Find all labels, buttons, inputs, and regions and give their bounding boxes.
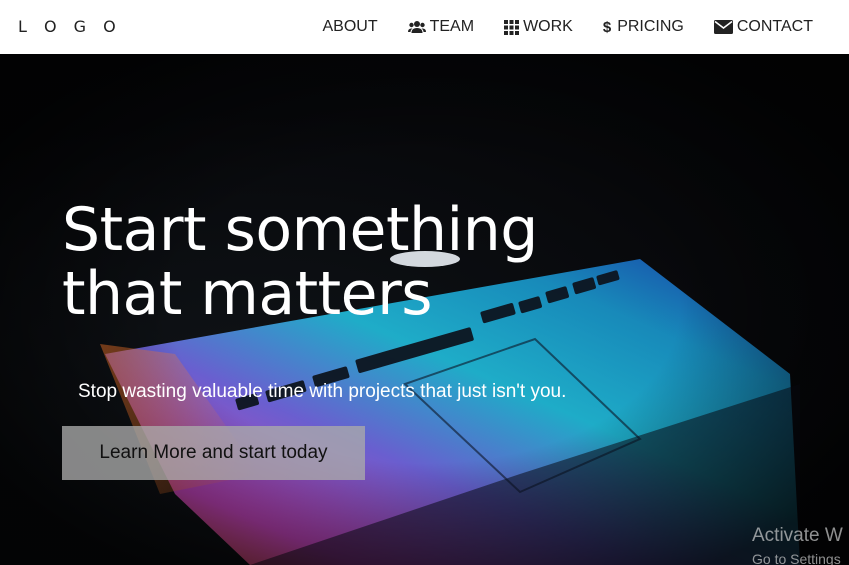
nav-item-label: ABOUT [322,18,378,35]
nav-item-label: WORK [523,18,573,35]
nav-item-label: PRICING [617,18,684,35]
nav-item-label: TEAM [429,18,475,35]
users-icon [407,21,426,33]
grid-icon [504,19,520,35]
nav-menu: ABOUT TEAM WORK $ PRICING CONTACT [292,0,813,54]
activation-watermark-subtitle: Go to Settings [752,551,841,565]
learn-more-button[interactable]: Learn More and start today [62,426,365,480]
navbar: L O G O ABOUT TEAM WORK $ PRICING CONTAC… [0,0,849,54]
hero-subtitle: Stop wasting valuable time with projects… [78,381,567,402]
activation-watermark-title: Activate W [752,525,843,546]
nav-item-contact[interactable]: CONTACT [713,18,813,36]
nav-item-work[interactable]: WORK [504,18,573,36]
envelope-icon [713,20,733,34]
headline-line-2: that matters [62,259,433,329]
nav-item-team[interactable]: TEAM [407,18,475,36]
nav-item-pricing[interactable]: $ PRICING [603,18,684,36]
dollar-icon: $ [602,18,612,36]
nav-item-label: CONTACT [736,18,813,35]
logo[interactable]: L O G O [18,17,122,36]
headline-line-1: Start something [62,195,538,265]
hero-section: Start something that matters Stop wastin… [0,54,849,565]
hero-headline: Start something that matters [62,198,538,326]
nav-item-about[interactable]: ABOUT [322,18,377,36]
